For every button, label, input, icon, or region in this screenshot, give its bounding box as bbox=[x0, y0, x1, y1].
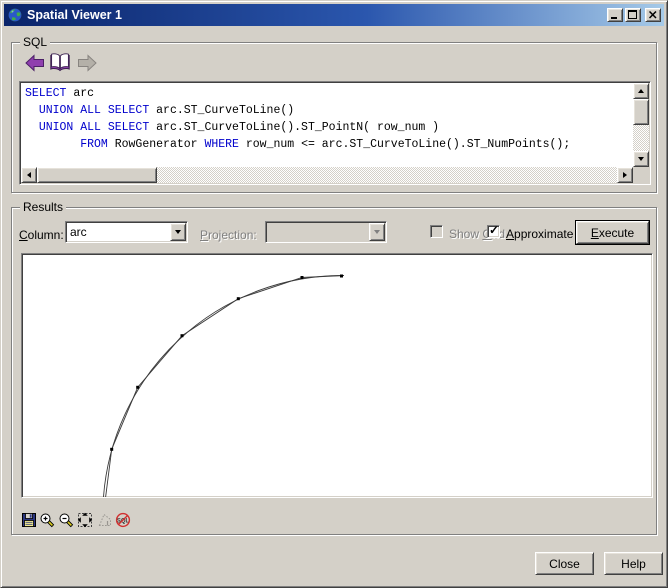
fit-to-window-icon bbox=[77, 512, 93, 528]
open-book-icon bbox=[49, 52, 71, 72]
minimize-button[interactable] bbox=[607, 8, 623, 22]
globe-icon bbox=[7, 7, 23, 23]
approximate-label: Approximate bbox=[506, 227, 574, 241]
maximize-button[interactable] bbox=[625, 8, 641, 22]
scroll-right-button[interactable] bbox=[617, 167, 633, 183]
fit-to-window-button[interactable] bbox=[77, 512, 93, 528]
scroll-left-button[interactable] bbox=[21, 167, 37, 183]
sql-group-label: SQL bbox=[20, 35, 51, 49]
zoom-out-icon bbox=[58, 512, 74, 528]
scroll-up-button[interactable] bbox=[633, 83, 649, 99]
sql-code[interactable]: SELECT arc UNION ALL SELECT arc.ST_Curve… bbox=[21, 83, 633, 167]
back-arrow-icon bbox=[25, 54, 45, 72]
window-title: Spatial Viewer 1 bbox=[27, 8, 122, 22]
sql-vscrollbar[interactable] bbox=[633, 83, 649, 167]
scroll-up-icon bbox=[638, 89, 644, 93]
column-select-arrow[interactable] bbox=[170, 223, 186, 241]
zoom-in-icon bbox=[39, 512, 55, 528]
forward-arrow-icon bbox=[77, 54, 97, 72]
result-canvas[interactable] bbox=[21, 253, 653, 498]
zoom-out-button[interactable] bbox=[58, 512, 74, 528]
save-button[interactable] bbox=[21, 512, 37, 528]
zoom-in-button[interactable] bbox=[39, 512, 55, 528]
minimize-icon bbox=[611, 17, 617, 19]
projection-select[interactable] bbox=[265, 221, 387, 243]
chevron-down-icon-disabled bbox=[374, 230, 380, 234]
forward-button[interactable] bbox=[77, 54, 97, 72]
maximize-icon bbox=[628, 10, 637, 19]
help-button[interactable]: Help bbox=[604, 552, 663, 575]
execute-button[interactable]: Execute bbox=[576, 221, 649, 244]
floppy-disk-icon bbox=[21, 512, 37, 528]
vscroll-thumb[interactable] bbox=[633, 99, 649, 125]
check-icon: ✓ bbox=[489, 223, 500, 237]
sql-hscrollbar[interactable] bbox=[21, 167, 633, 183]
window: Spatial Viewer 1 SQL SELECT arc UNION AL… bbox=[0, 0, 668, 588]
column-label: Column: bbox=[19, 228, 64, 242]
titlebar-close-button[interactable] bbox=[645, 8, 661, 22]
back-button[interactable] bbox=[25, 54, 45, 72]
history-button[interactable] bbox=[49, 52, 71, 72]
scrollbar-corner bbox=[633, 167, 649, 183]
projection-select-arrow[interactable] bbox=[369, 223, 385, 241]
no-sql-icon: SQL bbox=[115, 512, 131, 528]
select-area-icon bbox=[97, 512, 113, 528]
execute-button-ring: Execute bbox=[575, 220, 650, 245]
approximate-checkbox[interactable]: ✓ bbox=[487, 223, 500, 238]
column-select[interactable]: arc bbox=[65, 221, 188, 243]
titlebar-close-icon bbox=[649, 11, 657, 19]
scroll-right-icon bbox=[623, 172, 627, 178]
scroll-down-icon bbox=[638, 157, 644, 161]
hide-sql-button[interactable]: SQL bbox=[115, 512, 131, 528]
hscroll-thumb[interactable] bbox=[37, 167, 157, 183]
chevron-down-icon bbox=[175, 230, 181, 234]
show-grid-checkbox[interactable] bbox=[430, 225, 443, 238]
scroll-down-button[interactable] bbox=[633, 151, 649, 167]
curve-plot bbox=[103, 274, 345, 497]
close-button[interactable]: Close bbox=[535, 552, 594, 575]
sql-editor[interactable]: SELECT arc UNION ALL SELECT arc.ST_Curve… bbox=[19, 81, 651, 185]
projection-label: Projection: bbox=[200, 228, 257, 242]
titlebar[interactable]: Spatial Viewer 1 bbox=[4, 4, 664, 26]
scroll-left-icon bbox=[27, 172, 31, 178]
results-group-label: Results bbox=[20, 200, 67, 214]
select-area-button[interactable] bbox=[97, 512, 113, 528]
column-select-value: arc bbox=[70, 225, 87, 239]
